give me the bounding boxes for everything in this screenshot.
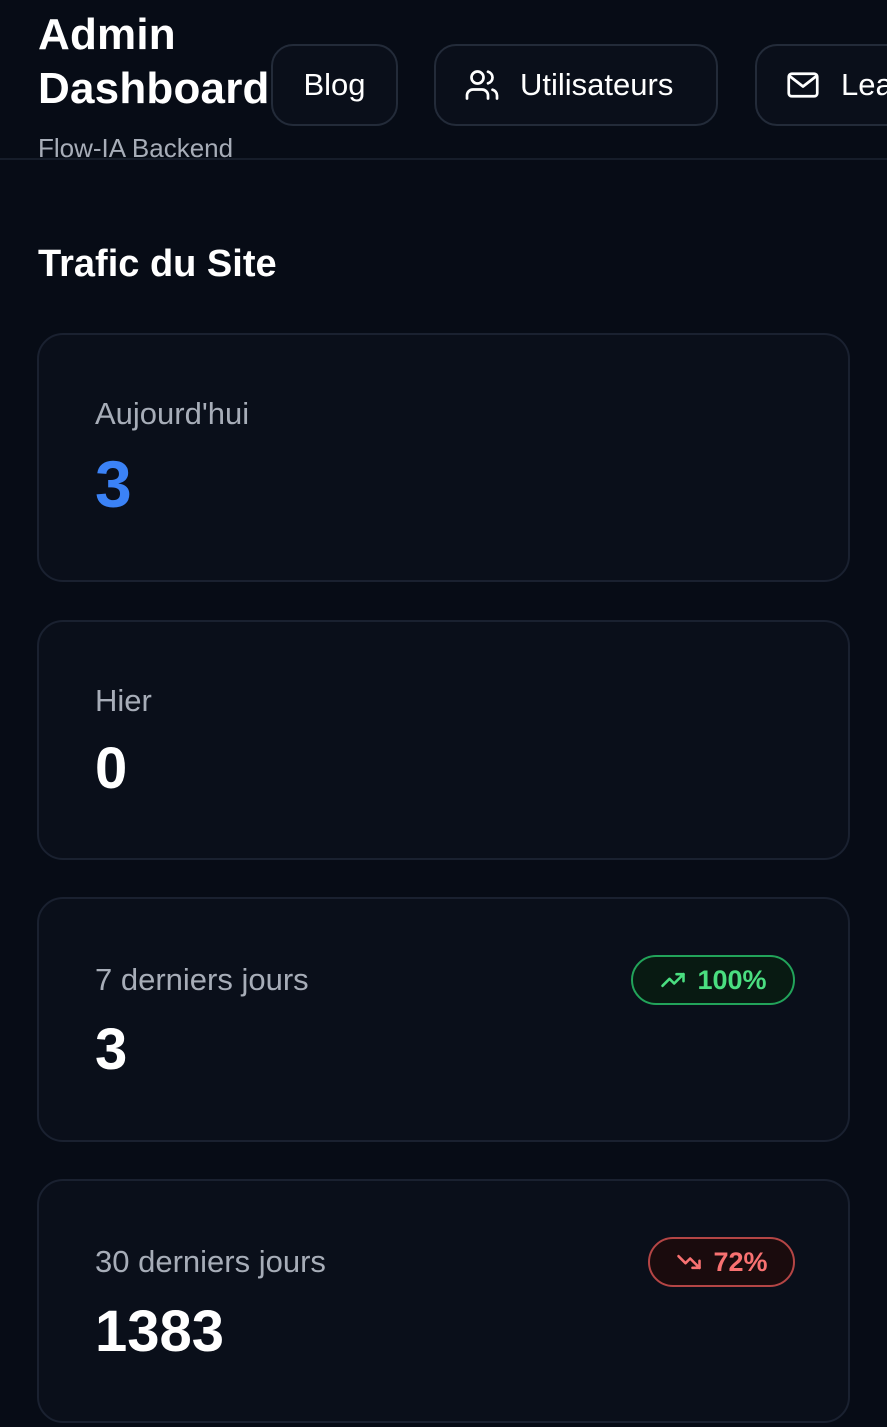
nav-users-button[interactable]: Utilisateurs [434, 44, 718, 126]
stat-value: 0 [95, 736, 128, 801]
nav-leads-label: Leads [841, 67, 887, 102]
mail-icon [787, 72, 819, 98]
app-title: Admin Dashboard [38, 8, 270, 116]
trend-badge-down: 72% [648, 1237, 795, 1287]
nav-blog-button[interactable]: Blog [271, 44, 398, 126]
stat-card-today: Aujourd'hui 3 [37, 333, 850, 582]
app-title-line2: Dashboard [38, 64, 270, 113]
stat-value: 3 [95, 447, 132, 521]
trend-badge-up: 100% [631, 955, 795, 1005]
stat-value: 3 [95, 1017, 128, 1082]
section-title: Trafic du Site [38, 243, 277, 285]
nav-leads-button[interactable]: Leads [755, 44, 887, 126]
trend-value: 100% [697, 964, 767, 995]
stat-label: Aujourd'hui [95, 396, 250, 431]
stat-label: 7 derniers jours [95, 962, 309, 997]
top-header: Admin Dashboard Flow-IA Backend Blog Uti… [0, 0, 887, 163]
trending-down-icon [677, 1254, 702, 1270]
trend-value: 72% [713, 1246, 768, 1277]
stat-card-yesterday: Hier 0 [37, 620, 850, 860]
app-title-line1: Admin [38, 10, 176, 59]
stat-label: 30 derniers jours [95, 1244, 326, 1279]
stat-card-7-days: 7 derniers jours 100% 3 [37, 897, 850, 1142]
users-icon [465, 70, 499, 100]
nav-users-label: Utilisateurs [520, 67, 674, 102]
trending-up-icon [661, 972, 686, 988]
nav-blog-label: Blog [303, 67, 366, 102]
stat-value: 1383 [95, 1299, 225, 1364]
stat-card-30-days: 30 derniers jours 72% 1383 [37, 1179, 850, 1423]
stat-label: Hier [95, 683, 152, 718]
app-subtitle: Flow-IA Backend [38, 133, 234, 163]
